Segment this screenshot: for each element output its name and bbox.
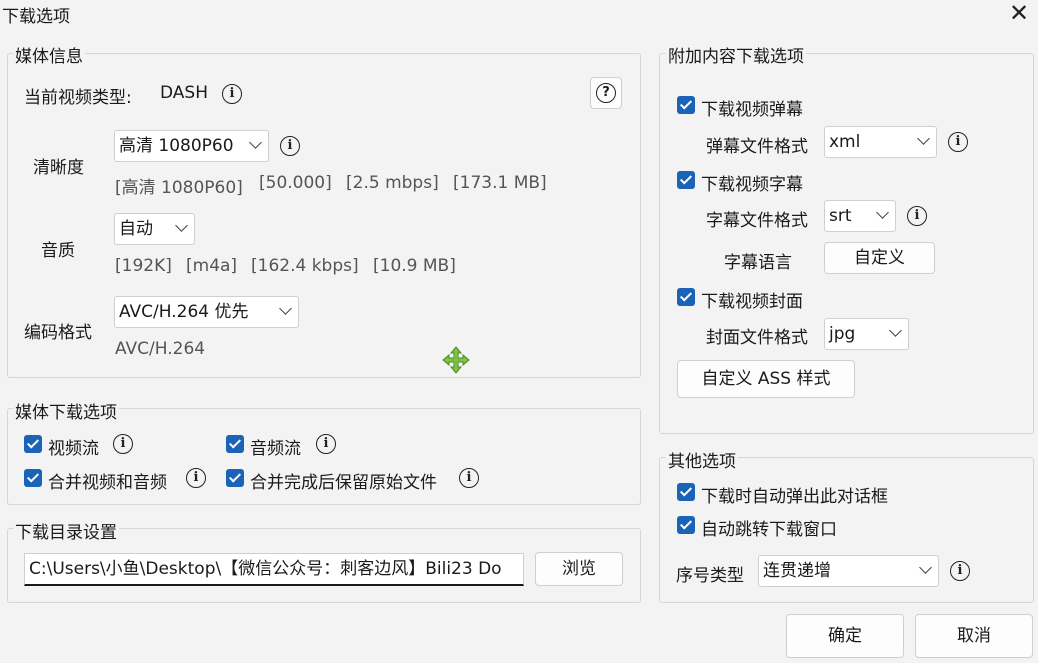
- browse-button[interactable]: 浏览: [535, 552, 623, 586]
- keep-original-checkbox[interactable]: [226, 469, 244, 487]
- danmaku-checkbox[interactable]: [677, 96, 695, 114]
- cover-format-select[interactable]: jpg: [824, 318, 909, 350]
- chevron-down-icon: [279, 302, 292, 315]
- codec-select-value: AVC/H.264 优先: [119, 302, 249, 322]
- auto-popup-checkbox[interactable]: [677, 483, 695, 501]
- download-dir-title: 下载目录设置: [13, 518, 119, 543]
- audio-select-value: 自动: [119, 219, 153, 239]
- quality-detail-resolution: [高清 1080P60]: [115, 178, 243, 198]
- seq-type-value: 连贯递增: [763, 561, 831, 581]
- audio-stream-checkbox[interactable]: [226, 435, 244, 453]
- keep-original-info-icon[interactable]: i: [459, 468, 479, 488]
- audio-stream-info-icon[interactable]: i: [316, 434, 336, 454]
- window-title: 下载选项: [2, 7, 70, 27]
- cover-format-value: jpg: [829, 324, 856, 344]
- keep-original-label: 合并完成后保留原始文件: [250, 473, 437, 493]
- chevron-down-icon: [919, 561, 932, 574]
- download-path-value: C:\Users\小鱼\Desktop\【微信公众号：刺客边风】Bili23 D…: [29, 559, 502, 579]
- cancel-button[interactable]: 取消: [915, 614, 1033, 658]
- subtitle-format-info-icon[interactable]: i: [907, 206, 927, 226]
- quality-info-icon[interactable]: i: [280, 136, 300, 156]
- audio-detail-bitrate: [162.4 kbps]: [251, 256, 359, 276]
- download-path-input[interactable]: C:\Users\小鱼\Desktop\【微信公众号：刺客边风】Bili23 D…: [24, 553, 524, 586]
- quality-select[interactable]: 高清 1080P60: [114, 130, 269, 162]
- chevron-down-icon: [917, 132, 930, 145]
- audio-detail-rate: [192K]: [115, 256, 172, 276]
- video-stream-info-icon[interactable]: i: [113, 434, 133, 454]
- audio-detail-size: [10.9 MB]: [373, 256, 456, 276]
- seq-type-label: 序号类型: [676, 566, 744, 586]
- subtitle-label: 下载视频字幕: [701, 175, 803, 195]
- video-type-info-icon[interactable]: i: [222, 84, 242, 104]
- video-stream-checkbox[interactable]: [24, 435, 42, 453]
- merge-label: 合并视频和音频: [48, 473, 167, 493]
- chevron-down-icon: [249, 136, 262, 149]
- cover-label: 下载视频封面: [701, 292, 803, 312]
- quality-detail-bitrate: [2.5 mbps]: [346, 173, 439, 193]
- merge-checkbox[interactable]: [24, 469, 42, 487]
- quality-label: 清晰度: [33, 158, 84, 178]
- seq-type-info-icon[interactable]: i: [950, 561, 970, 581]
- merge-info-icon[interactable]: i: [186, 468, 206, 488]
- custom-ass-button[interactable]: 自定义 ASS 样式: [677, 360, 855, 398]
- subtitle-format-value: srt: [829, 206, 852, 226]
- danmaku-format-label: 弹幕文件格式: [706, 137, 808, 157]
- subtitle-lang-button[interactable]: 自定义: [824, 242, 935, 274]
- other-title: 其他选项: [666, 447, 738, 472]
- auto-popup-label: 下载时自动弹出此对话框: [701, 487, 888, 507]
- auto-jump-label: 自动跳转下载窗口: [701, 520, 837, 540]
- danmaku-label: 下载视频弹幕: [701, 100, 803, 120]
- subtitle-lang-label: 字幕语言: [724, 253, 792, 273]
- quality-detail-size: [173.1 MB]: [453, 173, 547, 193]
- close-button[interactable]: ✕: [1006, 0, 1032, 26]
- subtitle-format-label: 字幕文件格式: [706, 211, 808, 231]
- codec-detail: AVC/H.264: [115, 339, 206, 359]
- audio-label: 音质: [41, 241, 75, 261]
- danmaku-format-value: xml: [829, 132, 861, 152]
- danmaku-format-select[interactable]: xml: [824, 126, 937, 158]
- audio-stream-label: 音频流: [250, 439, 301, 459]
- cover-format-label: 封面文件格式: [706, 328, 808, 348]
- help-icon: ?: [596, 83, 616, 103]
- chevron-down-icon: [175, 219, 188, 232]
- media-info-title: 媒体信息: [13, 42, 85, 67]
- audio-select[interactable]: 自动: [114, 213, 195, 245]
- subtitle-checkbox[interactable]: [677, 171, 695, 189]
- codec-select[interactable]: AVC/H.264 优先: [114, 296, 299, 328]
- video-type-value: DASH: [160, 83, 208, 103]
- extras-title: 附加内容下载选项: [666, 42, 806, 67]
- move-cursor-icon: [442, 346, 470, 374]
- cover-checkbox[interactable]: [677, 288, 695, 306]
- auto-jump-checkbox[interactable]: [677, 516, 695, 534]
- chevron-down-icon: [876, 206, 889, 219]
- media-download-title: 媒体下载选项: [13, 398, 119, 423]
- video-type-label: 当前视频类型:: [24, 88, 132, 108]
- ok-button[interactable]: 确定: [786, 614, 904, 658]
- seq-type-select[interactable]: 连贯递增: [758, 555, 939, 587]
- subtitle-format-select[interactable]: srt: [824, 200, 896, 232]
- codec-label: 编码格式: [24, 323, 92, 343]
- audio-detail-format: [m4a]: [186, 256, 238, 276]
- help-button[interactable]: ?: [590, 77, 622, 109]
- quality-detail-fps: [50.000]: [259, 173, 332, 193]
- video-stream-label: 视频流: [48, 439, 99, 459]
- quality-select-value: 高清 1080P60: [119, 136, 234, 156]
- danmaku-format-info-icon[interactable]: i: [948, 132, 968, 152]
- chevron-down-icon: [889, 324, 902, 337]
